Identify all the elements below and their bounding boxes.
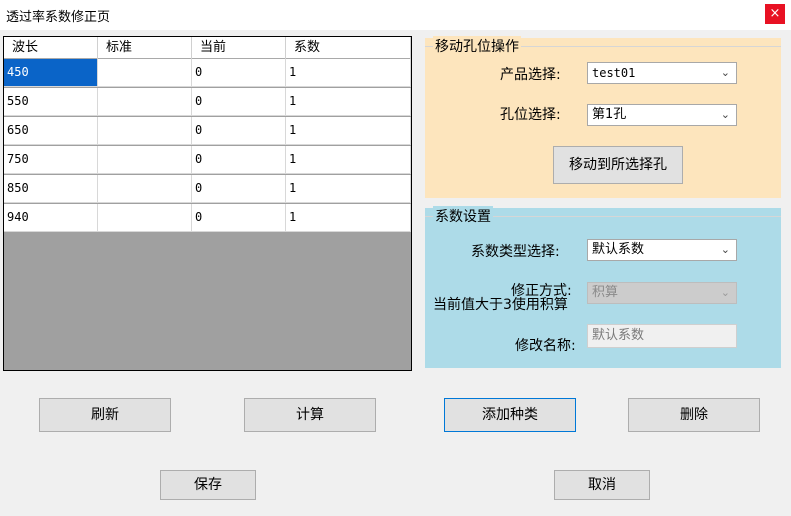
table-row[interactable]: 850 0 1 xyxy=(4,175,411,203)
cell-wavelength[interactable]: 650 xyxy=(4,117,98,144)
coefficient-type-select[interactable]: 默认系数 ⌄ xyxy=(587,239,737,261)
close-button[interactable]: × xyxy=(765,4,785,24)
cell-standard[interactable] xyxy=(98,175,192,202)
correction-method-value: 积算 xyxy=(592,285,619,300)
table-row[interactable]: 750 0 1 xyxy=(4,146,411,174)
cell-coefficient[interactable]: 1 xyxy=(286,59,411,86)
hole-select-label: 孔位选择: xyxy=(500,107,561,123)
chevron-down-icon: ⌄ xyxy=(720,243,730,256)
hole-select-value: 第1孔 xyxy=(592,107,627,122)
cell-current[interactable]: 0 xyxy=(192,117,286,144)
chevron-down-icon: ⌄ xyxy=(720,108,730,121)
cell-standard[interactable] xyxy=(98,146,192,173)
cell-current[interactable]: 0 xyxy=(192,146,286,173)
cell-coefficient[interactable]: 1 xyxy=(286,175,411,202)
cell-coefficient[interactable]: 1 xyxy=(286,146,411,173)
cell-coefficient[interactable]: 1 xyxy=(286,88,411,115)
cell-coefficient[interactable]: 1 xyxy=(286,117,411,144)
window-title: 透过率系数修正页 xyxy=(6,10,111,25)
correction-method-hint: 当前值大于3使用积算 xyxy=(433,297,568,313)
close-icon: × xyxy=(769,6,781,21)
correction-method-select[interactable]: 积算 ⌄ xyxy=(587,282,737,304)
title-bar: 透过率系数修正页 × xyxy=(0,0,791,30)
calculate-button[interactable]: 计算 xyxy=(244,398,376,432)
cell-standard[interactable] xyxy=(98,204,192,231)
table-row[interactable]: 940 0 1 xyxy=(4,204,411,232)
cancel-button[interactable]: 取消 xyxy=(554,470,650,500)
grid-header: 波长 标准 当前 系数 xyxy=(4,37,411,59)
coefficient-type-value: 默认系数 xyxy=(592,242,645,257)
rename-field[interactable]: 默认系数 xyxy=(587,324,737,348)
delete-button[interactable]: 删除 xyxy=(628,398,760,432)
table-row[interactable]: 650 0 1 xyxy=(4,117,411,145)
column-header-standard[interactable]: 标准 xyxy=(98,37,192,59)
move-hole-group: 移动孔位操作 产品选择: test01 ⌄ 孔位选择: 第1孔 ⌄ 移动到所选择… xyxy=(425,36,781,198)
cell-current[interactable]: 0 xyxy=(192,59,286,86)
hole-select[interactable]: 第1孔 ⌄ xyxy=(587,104,737,126)
product-select-label: 产品选择: xyxy=(500,67,561,83)
chevron-down-icon: ⌄ xyxy=(720,66,730,79)
cell-wavelength[interactable]: 450 xyxy=(4,59,98,86)
add-type-button[interactable]: 添加种类 xyxy=(444,398,576,432)
cell-coefficient[interactable]: 1 xyxy=(286,204,411,231)
column-header-coefficient[interactable]: 系数 xyxy=(286,37,411,59)
chevron-down-icon: ⌄ xyxy=(720,286,730,299)
move-to-hole-button[interactable]: 移动到所选择孔 xyxy=(553,146,683,184)
refresh-button[interactable]: 刷新 xyxy=(39,398,171,432)
coefficient-grid[interactable]: 波长 标准 当前 系数 450 0 1 550 0 1 650 0 1 750 … xyxy=(3,36,412,371)
coefficient-settings-group: 系数设置 系数类型选择: 默认系数 ⌄ 修正方式: 当前值大于3使用积算 积算 … xyxy=(425,206,781,368)
cell-wavelength[interactable]: 750 xyxy=(4,146,98,173)
move-hole-group-title: 移动孔位操作 xyxy=(433,36,521,56)
product-select-value: test01 xyxy=(592,66,636,80)
save-button[interactable]: 保存 xyxy=(160,470,256,500)
product-select[interactable]: test01 ⌄ xyxy=(587,62,737,84)
column-header-current[interactable]: 当前 xyxy=(192,37,286,59)
rename-label: 修改名称: xyxy=(515,338,576,354)
cell-wavelength[interactable]: 850 xyxy=(4,175,98,202)
table-row[interactable]: 450 0 1 xyxy=(4,59,411,87)
cell-current[interactable]: 0 xyxy=(192,88,286,115)
cell-standard[interactable] xyxy=(98,88,192,115)
coefficient-settings-title: 系数设置 xyxy=(433,206,493,226)
rename-field-value: 默认系数 xyxy=(592,328,645,343)
cell-wavelength[interactable]: 940 xyxy=(4,204,98,231)
cell-standard[interactable] xyxy=(98,59,192,86)
cell-current[interactable]: 0 xyxy=(192,204,286,231)
cell-current[interactable]: 0 xyxy=(192,175,286,202)
cell-wavelength[interactable]: 550 xyxy=(4,88,98,115)
table-row[interactable]: 550 0 1 xyxy=(4,88,411,116)
coefficient-type-label: 系数类型选择: xyxy=(471,244,560,260)
cell-standard[interactable] xyxy=(98,117,192,144)
column-header-wavelength[interactable]: 波长 xyxy=(4,37,98,59)
